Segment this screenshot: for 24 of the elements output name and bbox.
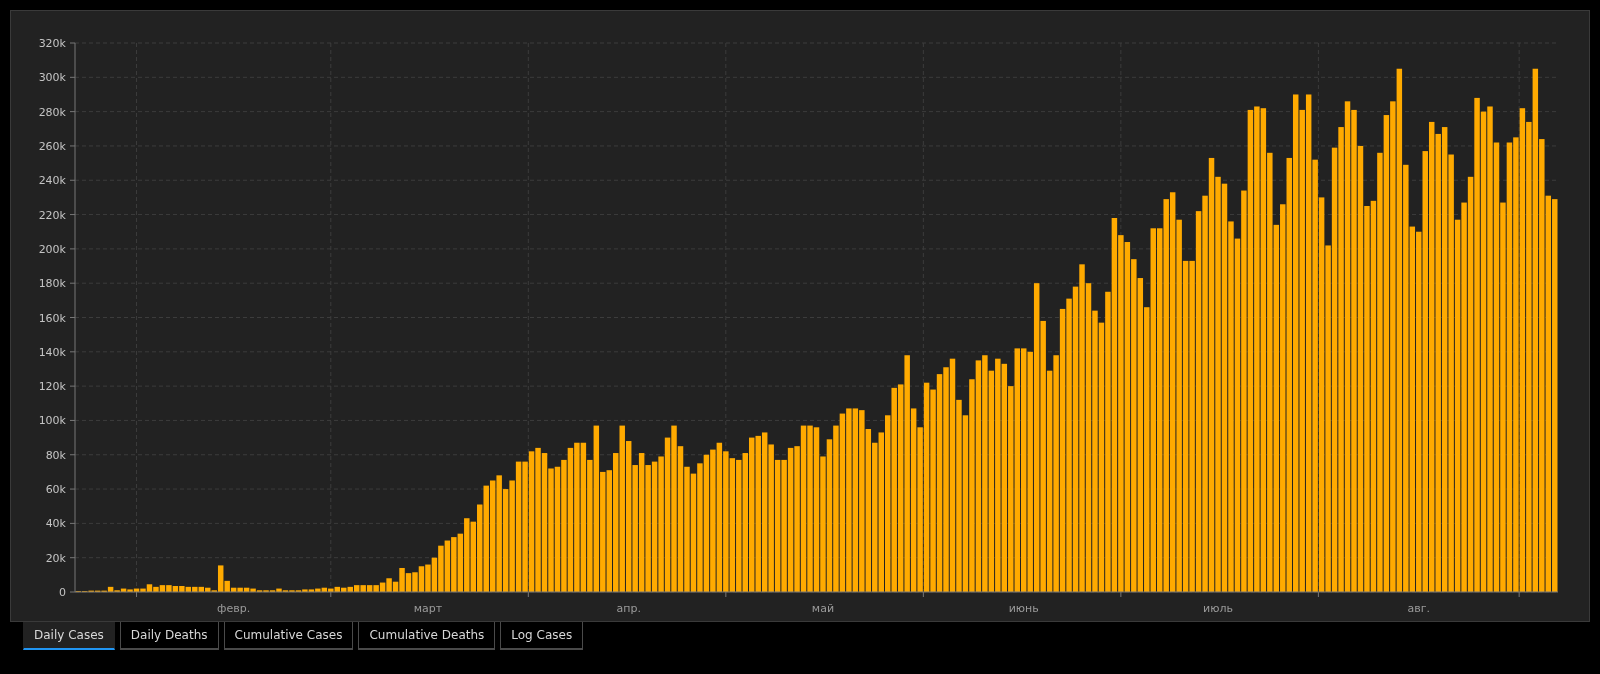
x-axis-label: авг. xyxy=(1407,602,1430,615)
y-axis-label: 320k xyxy=(38,37,66,50)
y-axis-label: 180k xyxy=(38,277,66,291)
y-axis-label: 20k xyxy=(45,551,66,565)
y-axis-label: 200k xyxy=(38,242,66,256)
x-axis-label: июнь xyxy=(1008,602,1039,615)
y-axis-label: 80k xyxy=(45,448,66,462)
y-axis-label: 40k xyxy=(45,517,66,531)
y-axis-label: 100k xyxy=(38,414,66,428)
y-axis-label: 300k xyxy=(38,71,66,85)
y-axis-label: 260k xyxy=(38,139,66,153)
x-axis-label: апр. xyxy=(616,602,641,615)
x-axis-label: март xyxy=(413,602,443,615)
y-axis-label: 160k xyxy=(38,311,66,325)
y-axis-label: 140k xyxy=(38,345,66,359)
y-axis-label: 120k xyxy=(38,380,66,394)
y-axis-label: 280k xyxy=(38,105,66,119)
y-axis-label: 0 xyxy=(59,586,66,599)
x-axis-label: май xyxy=(811,602,835,615)
x-axis-label: июль xyxy=(1203,602,1233,615)
y-axis-label: 220k xyxy=(38,208,66,222)
y-axis-label: 240k xyxy=(38,174,66,188)
y-axis-label: 60k xyxy=(45,483,66,497)
x-axis-label: февр. xyxy=(217,602,251,615)
